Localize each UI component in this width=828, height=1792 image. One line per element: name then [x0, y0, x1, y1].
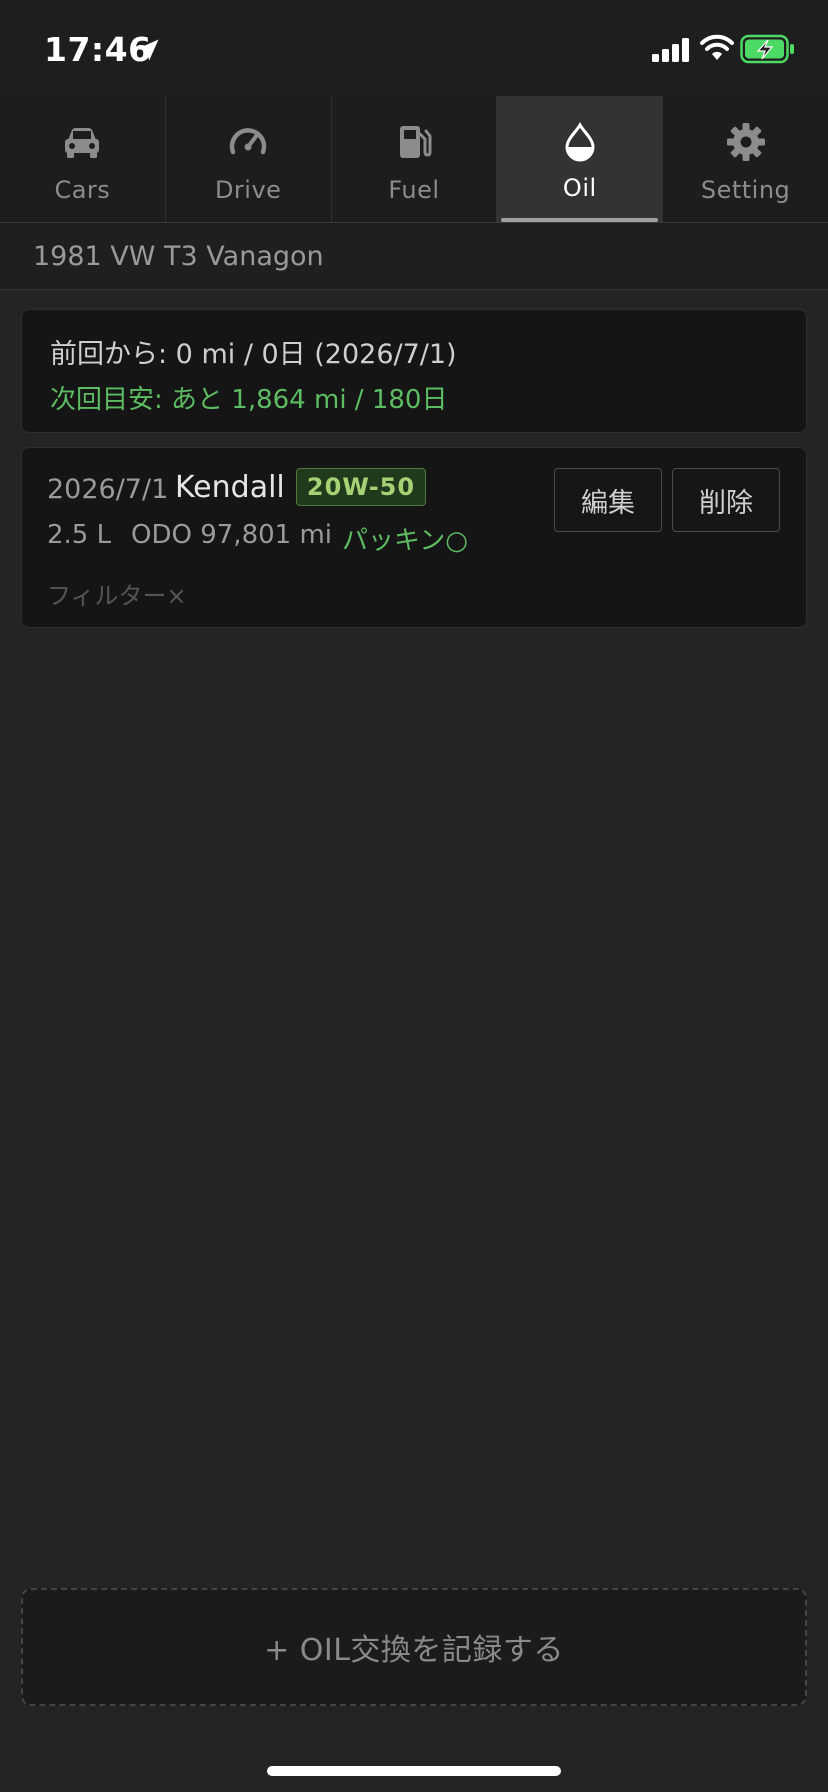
oil-summary-card: 前回から: 0 mi / 0日 (2026/7/1) 次回目安: あと 1,86… — [21, 309, 807, 433]
tab-fuel[interactable]: Fuel — [332, 96, 498, 222]
location-arrow-icon — [137, 39, 159, 61]
status-bar: 17:46 — [0, 0, 828, 96]
record-amount: 2.5 L — [47, 520, 112, 550]
add-oil-change-button[interactable]: + OIL交換を記録する — [21, 1588, 807, 1706]
record-grade-badge: 20W-50 — [296, 468, 426, 506]
tab-cars-label: Cars — [54, 176, 111, 204]
record-brand: Kendall — [175, 470, 285, 505]
edit-button[interactable]: 編集 — [554, 468, 662, 532]
car-icon — [65, 128, 100, 158]
oil-record-card: 2026/7/1 Kendall 20W-50 2.5 L ODO 97,801… — [21, 447, 807, 628]
next-change-target: 次回目安: あと 1,864 mi / 180日 — [50, 385, 448, 415]
tab-fuel-label: Fuel — [388, 176, 440, 204]
record-packing-status: パッキン○ — [342, 526, 468, 556]
home-indicator[interactable] — [267, 1766, 561, 1776]
speedometer-icon — [229, 128, 267, 155]
tab-oil-label: Oil — [562, 174, 597, 202]
tab-bar: Cars Drive Fuel Oil Setting — [0, 96, 828, 223]
record-date: 2026/7/1 — [47, 474, 169, 505]
cellular-signal-icon — [652, 38, 689, 62]
battery-charging-icon — [740, 34, 794, 64]
vehicle-name: 1981 VW T3 Vanagon — [33, 241, 324, 272]
since-last-change: 前回から: 0 mi / 0日 (2026/7/1) — [50, 339, 457, 370]
tab-cars[interactable]: Cars — [0, 96, 166, 222]
record-odometer: ODO 97,801 mi — [131, 520, 333, 550]
tab-setting[interactable]: Setting — [663, 96, 828, 222]
tab-oil[interactable]: Oil — [497, 96, 664, 222]
tab-drive[interactable]: Drive — [166, 96, 332, 222]
gear-icon — [726, 123, 765, 161]
record-filter-status: フィルター× — [47, 582, 187, 610]
tab-drive-label: Drive — [214, 176, 282, 204]
fuel-pump-icon — [399, 126, 432, 158]
wifi-icon — [700, 34, 734, 60]
vehicle-header: 1981 VW T3 Vanagon — [0, 223, 828, 290]
delete-button[interactable]: 削除 — [672, 468, 780, 532]
oil-drop-icon — [565, 121, 595, 162]
tab-setting-label: Setting — [700, 176, 791, 204]
